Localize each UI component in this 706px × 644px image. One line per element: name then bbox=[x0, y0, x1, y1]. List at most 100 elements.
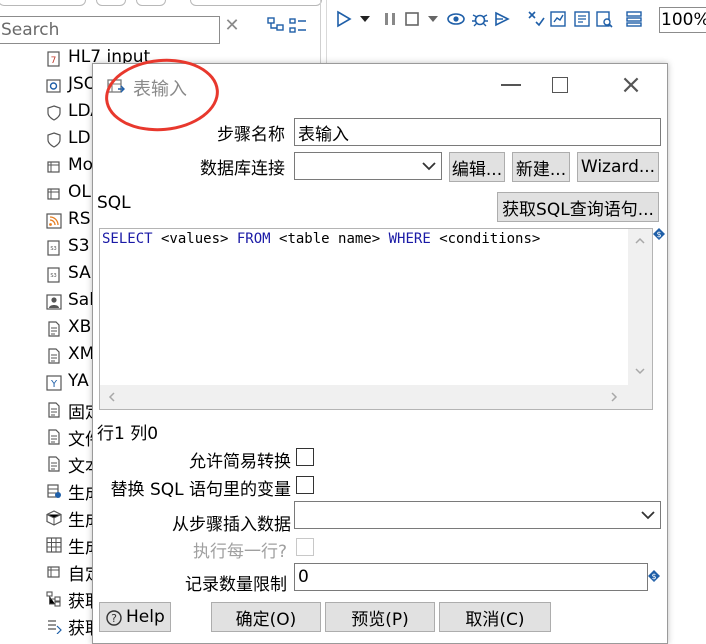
get-sql-button[interactable]: 获取SQL查询语句... bbox=[497, 192, 659, 222]
sql-keyword: SELECT bbox=[102, 231, 153, 247]
svg-text:S3: S3 bbox=[50, 246, 56, 252]
help-button[interactable]: ? Help bbox=[99, 602, 171, 632]
tree-item-label: YA bbox=[68, 371, 89, 391]
grid-icon bbox=[46, 537, 62, 553]
tree-item-label: RS bbox=[68, 209, 91, 229]
dialog-titlebar[interactable]: 表输入 × bbox=[93, 54, 667, 136]
explore-db-icon[interactable] bbox=[595, 10, 613, 28]
replay-icon[interactable] bbox=[493, 10, 511, 28]
ldif-icon bbox=[47, 132, 61, 148]
svg-text:7: 7 bbox=[51, 56, 57, 66]
maximize-button[interactable] bbox=[552, 77, 568, 93]
sql-icon[interactable] bbox=[573, 10, 591, 28]
zoom-field[interactable]: 100% bbox=[659, 7, 706, 33]
xml-icon bbox=[48, 348, 60, 364]
execute-each-row-checkbox bbox=[296, 538, 314, 556]
tree-icon bbox=[46, 591, 61, 607]
panel-tab[interactable] bbox=[136, 0, 166, 6]
hl7-icon: 7 bbox=[47, 51, 60, 67]
replace-variables-label: 替换 SQL 语句里的变量 bbox=[110, 480, 291, 500]
sql-token: <table name> bbox=[270, 231, 389, 247]
stop-icon[interactable] bbox=[403, 10, 421, 28]
impact-icon[interactable] bbox=[549, 10, 567, 28]
scroll-down-icon[interactable] bbox=[634, 365, 646, 377]
insert-from-step-label: 从步骤插入数据 bbox=[172, 515, 291, 535]
yaml-icon: Y bbox=[46, 375, 62, 391]
step-name-label: 步骤名称 bbox=[217, 125, 285, 145]
stop-dropdown-icon[interactable] bbox=[427, 10, 439, 28]
db-connection-select[interactable] bbox=[294, 152, 442, 180]
sas-icon: S3 bbox=[47, 267, 60, 283]
sql-keyword: WHERE bbox=[388, 231, 431, 247]
tree-item-label: Sal bbox=[68, 290, 94, 310]
scroll-right-icon[interactable] bbox=[608, 391, 620, 403]
limit-label: 记录数量限制 bbox=[185, 575, 287, 595]
minimize-button[interactable] bbox=[501, 84, 521, 86]
lazy-conversion-label: 允许简易转换 bbox=[189, 452, 291, 472]
json-icon bbox=[46, 79, 61, 93]
help-icon: ? bbox=[106, 610, 122, 626]
chevron-down-icon bbox=[422, 162, 436, 171]
svg-text:$: $ bbox=[651, 572, 656, 581]
file-icon bbox=[48, 456, 60, 472]
tree-item-label: SA bbox=[68, 263, 91, 283]
debug-icon[interactable] bbox=[471, 10, 489, 28]
table-input-dialog: 表输入 × 步骤名称 数据库连接 编辑... 新建... Wizard... S… bbox=[92, 54, 668, 644]
step-name-input[interactable] bbox=[294, 118, 661, 146]
svg-text:?: ? bbox=[111, 612, 117, 625]
svg-text:S3: S3 bbox=[50, 273, 56, 279]
scroll-up-icon[interactable] bbox=[634, 235, 646, 247]
tree-item-label: XB bbox=[68, 317, 92, 337]
chevron-down-icon bbox=[641, 511, 655, 520]
new-connection-button[interactable]: 新建... bbox=[512, 152, 570, 182]
cancel-button[interactable]: 取消(C) bbox=[439, 602, 551, 632]
help-label: Help bbox=[126, 607, 165, 627]
insert-from-step-select[interactable] bbox=[294, 501, 661, 529]
panel-tab[interactable] bbox=[190, 0, 322, 6]
show-results-icon[interactable] bbox=[625, 10, 643, 28]
sql-token: <conditions> bbox=[430, 231, 541, 247]
sql-text[interactable]: SELECT <values> FROM <table name> WHERE … bbox=[102, 231, 540, 247]
wizard-button[interactable]: Wizard... bbox=[577, 152, 659, 182]
table-icon bbox=[47, 161, 60, 173]
tree-item-label: Mo bbox=[68, 155, 94, 175]
preview-button[interactable]: 预览(P) bbox=[325, 602, 435, 632]
search-input[interactable] bbox=[0, 17, 215, 43]
dialog-title: 表输入 bbox=[133, 79, 187, 100]
ok-button[interactable]: 确定(O) bbox=[211, 602, 321, 632]
vertical-scrollbar[interactable] bbox=[628, 229, 652, 385]
edit-connection-button[interactable]: 编辑... bbox=[449, 152, 505, 182]
tree-item-label: OL bbox=[68, 182, 91, 202]
expand-all-icon[interactable] bbox=[266, 16, 286, 36]
xbase-icon bbox=[48, 321, 60, 337]
verify-icon[interactable] bbox=[527, 10, 545, 28]
run-dropdown-icon[interactable] bbox=[359, 10, 371, 28]
scroll-left-icon[interactable] bbox=[106, 391, 118, 403]
sql-token: <values> bbox=[152, 231, 237, 247]
canvas-toolbar: 100% bbox=[327, 7, 706, 33]
close-button[interactable]: × bbox=[620, 72, 642, 98]
panel-tab[interactable] bbox=[96, 0, 126, 6]
clear-icon[interactable]: ✕ bbox=[222, 16, 242, 36]
s3-icon: S3 bbox=[47, 240, 60, 256]
panel-tabs-strip bbox=[0, 0, 322, 8]
db-connection-label: 数据库连接 bbox=[200, 159, 285, 179]
table-icon bbox=[47, 566, 60, 578]
collapse-all-icon[interactable] bbox=[288, 16, 308, 36]
preview-icon[interactable] bbox=[447, 10, 465, 28]
ldap-icon bbox=[47, 105, 61, 121]
scroll-corner bbox=[628, 385, 652, 409]
horizontal-scrollbar[interactable] bbox=[100, 385, 630, 409]
pause-icon[interactable] bbox=[381, 10, 399, 28]
lazy-conversion-checkbox[interactable] bbox=[296, 448, 314, 466]
panel-tab[interactable] bbox=[0, 0, 86, 6]
generate-rows-icon bbox=[47, 484, 61, 498]
variable-icon[interactable]: $ bbox=[653, 228, 665, 240]
run-icon[interactable] bbox=[335, 10, 353, 28]
sql-editor[interactable]: SELECT <values> FROM <table name> WHERE … bbox=[99, 228, 653, 410]
variable-icon[interactable]: $ bbox=[648, 570, 660, 582]
file-icon bbox=[48, 402, 60, 418]
replace-variables-checkbox[interactable] bbox=[296, 476, 314, 494]
table-input-icon bbox=[107, 79, 125, 93]
limit-input[interactable] bbox=[294, 563, 648, 591]
